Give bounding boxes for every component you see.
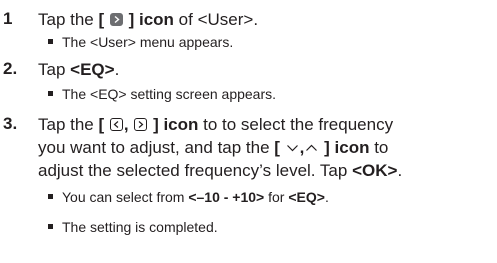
- chevron-down-icon: [286, 136, 299, 159]
- icon-separator: ,: [123, 115, 134, 134]
- step-3-bullet-2: The setting is completed.: [48, 218, 218, 236]
- bullet-marker: [48, 39, 53, 44]
- step-instruction: Tap <EQ>.: [38, 58, 119, 81]
- step-text-part: Tap the: [38, 10, 99, 29]
- step-instruction-line-3: adjust the selected frequency’s level. T…: [38, 159, 402, 182]
- step-text-part: Tap the: [38, 115, 99, 134]
- chevron-up-icon: [305, 136, 318, 159]
- bullet-text-bold: <–10 - +10>: [188, 189, 265, 205]
- step-instruction-line-2: you want to adjust, and tap the [ , ] ic…: [38, 136, 388, 159]
- step-2-bullet: The <EQ> setting screen appears.: [48, 85, 276, 103]
- bracket-close: ] icon: [123, 10, 174, 29]
- left-arrow-icon: [109, 118, 123, 131]
- bullet-text: The setting is completed.: [62, 219, 218, 235]
- step-1-bullet: The <User> menu appears.: [48, 33, 233, 51]
- bullet-text: .: [324, 189, 329, 205]
- bracket-open: [: [98, 115, 109, 134]
- bullet-text: for: [264, 189, 289, 205]
- step-number: 1: [3, 9, 13, 28]
- right-arrow-icon: [134, 118, 148, 131]
- icon-separator: ,: [299, 138, 305, 157]
- bracket-open: [: [98, 10, 109, 29]
- step-instruction-line-1: Tap the [ , ] icon to to select the freq…: [38, 113, 393, 136]
- step-text-part: Tap: [38, 60, 71, 79]
- step-3-bullet-1: You can select from <–10 - +10> for <EQ>…: [48, 188, 329, 206]
- step-number: 3.: [3, 114, 18, 133]
- bullet-text-bold: <EQ>: [288, 189, 325, 205]
- bullet-text: The <User> menu appears.: [62, 34, 234, 50]
- step-text-part: .: [114, 60, 120, 79]
- bullet-text: The <EQ> setting screen appears.: [62, 86, 277, 102]
- bullet-marker: [48, 224, 53, 229]
- step-text-part: of <User>.: [173, 10, 259, 29]
- step-number: 2.: [3, 59, 18, 78]
- bullet-text: You can select from: [62, 189, 189, 205]
- bullet-marker: [48, 194, 53, 199]
- bracket-close: ] icon: [148, 115, 199, 134]
- bracket-open: [: [274, 138, 285, 157]
- step-text-part: you want to adjust, and tap the: [38, 138, 275, 157]
- bracket-close: ] icon: [319, 138, 370, 157]
- bullet-marker: [48, 91, 53, 96]
- right-arrow-filled-icon: [109, 13, 123, 26]
- manual-page: 1 Tap the [ ] icon of <User>. The <User>…: [0, 0, 497, 263]
- step-text-bold: <EQ>: [70, 60, 115, 79]
- step-text-part: adjust the selected frequency’s level. T…: [38, 161, 353, 180]
- step-text-part: to to select the frequency: [198, 115, 394, 134]
- step-instruction: Tap the [ ] icon of <User>.: [38, 8, 258, 31]
- step-text-bold: <OK>: [352, 161, 398, 180]
- step-text-part: to: [369, 138, 389, 157]
- step-text-part: .: [397, 161, 403, 180]
